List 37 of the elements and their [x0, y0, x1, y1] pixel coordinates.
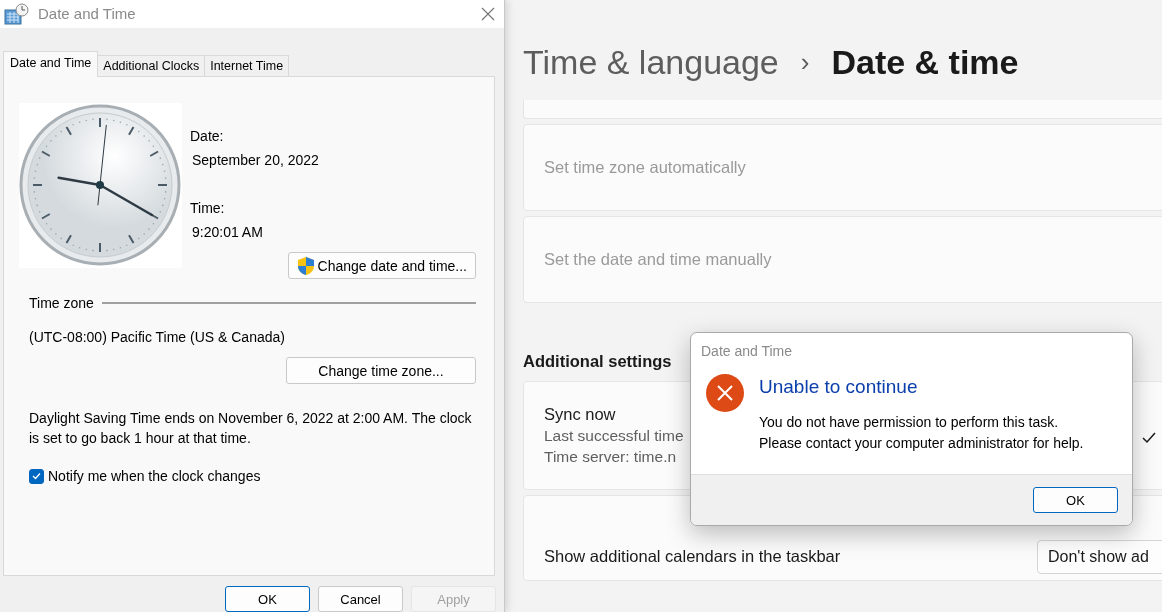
calendar-dropdown[interactable]: Don't show ad [1037, 540, 1162, 574]
error-icon [705, 373, 745, 413]
time-label: Time: [190, 200, 226, 217]
check-icon [1142, 432, 1156, 444]
sync-detail: Last successful time [544, 427, 684, 445]
dialog-button[interactable]: Cancel [318, 586, 403, 612]
dialog-title: Date and Time [700, 342, 794, 359]
checkbox[interactable] [29, 468, 44, 484]
setting-label: Show additional calendars in the taskbar [544, 547, 841, 566]
check-icon [32, 472, 41, 481]
date-label: Date: [190, 128, 225, 145]
shield-icon [296, 255, 315, 276]
tab[interactable]: Date and Time [3, 51, 99, 78]
sync-title: Sync now [544, 405, 617, 424]
change-date-button[interactable]: Change date and time... [287, 252, 476, 280]
error-heading: Unable to continue [759, 376, 919, 398]
dst-note: Daylight Saving Time ends on November 6, 2022 at 2:00 AM. The clock is set to go back 1 hour at that time. [29, 409, 473, 449]
breadcrumb-parent[interactable]: Time & language [523, 42, 779, 82]
tab[interactable]: Internet Time [204, 55, 290, 78]
setting-label: Set the date and time manually [544, 250, 772, 269]
close-icon[interactable] [480, 5, 496, 22]
change-zone-button[interactable]: Change time zone... [286, 357, 476, 385]
ok-button[interactable]: OK [1033, 487, 1118, 513]
page-title: Date & time [831, 42, 1019, 82]
breadcrumb-separator: › [800, 46, 810, 78]
error-message: You do not have permission to perform this task. [759, 413, 1060, 432]
time-value: 9:20:01 AM [192, 224, 264, 241]
checkbox-label: Notify me when the clock changes [48, 468, 261, 485]
section-heading: Additional settings [523, 352, 673, 371]
dialog-button[interactable]: OK [225, 586, 310, 612]
sync-detail: Time server: time.n [544, 448, 678, 466]
window-title: Date and Time [38, 5, 137, 23]
error-message: Please contact your computer administrator for help. [759, 434, 1084, 453]
time-zone-value: (UTC-08:00) Pacific Time (US & Canada) [29, 329, 286, 346]
time-zone-heading: Time zone [29, 295, 94, 312]
setting-label: Set time zone automatically [544, 158, 746, 177]
date-value: September 20, 2022 [192, 152, 320, 169]
